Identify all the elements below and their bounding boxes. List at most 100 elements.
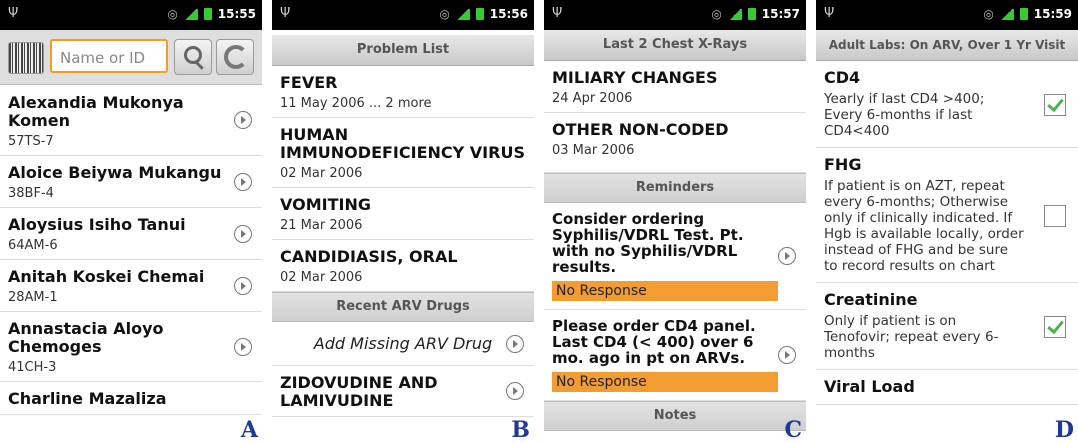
- reminder-text: Please order CD4 panel. Last CD4 (< 400)…: [552, 317, 756, 367]
- patient-row[interactable]: Annastacia Aloyo Chemoges 41CH-3: [0, 312, 262, 382]
- reminder-row[interactable]: Please order CD4 panel. Last CD4 (< 400)…: [544, 310, 806, 401]
- problem-row[interactable]: FEVER 11 May 2006 ... 2 more: [272, 66, 534, 118]
- gps-icon: ◎: [983, 7, 994, 21]
- patient-row[interactable]: Charline Mazaliza: [0, 382, 262, 415]
- xray-date: 24 Apr 2006: [552, 91, 633, 106]
- chevron-right-icon: [234, 224, 252, 243]
- patient-id: 57TS-7: [8, 134, 54, 149]
- patient-id: 41CH-3: [8, 360, 57, 375]
- lab-title: CD4: [824, 68, 861, 87]
- clock: 15:56: [489, 7, 528, 21]
- clock: 15:57: [761, 7, 800, 21]
- lab-row[interactable]: Viral Load: [816, 370, 1078, 405]
- problem-row[interactable]: VOMITING 21 Mar 2006: [272, 188, 534, 240]
- patient-name: Anitah Koskei Chemai: [8, 267, 205, 286]
- lab-row[interactable]: CD4 Yearly if last CD4 >400; Every 6-mon…: [816, 61, 1078, 148]
- chevron-right-icon: [506, 382, 524, 400]
- status-bar: Ψ ◎ 15:59: [816, 0, 1078, 30]
- patient-name: Aloysius Isiho Tanui: [8, 215, 186, 234]
- xray-date: 03 Mar 2006: [552, 143, 635, 158]
- xray-row[interactable]: MILIARY CHANGES 24 Apr 2006: [544, 61, 806, 113]
- chevron-right-icon: [234, 172, 252, 191]
- usb-icon: Ψ: [824, 6, 835, 21]
- status-bar: Ψ ◎ 15:57: [544, 0, 806, 30]
- xray-row[interactable]: OTHER NON-CODED 03 Mar 2006: [544, 113, 806, 173]
- status-bar: Ψ ◎ 15:56: [272, 0, 534, 30]
- lab-checkbox[interactable]: [1044, 205, 1066, 227]
- patient-name: Charline Mazaliza: [8, 389, 167, 408]
- lab-title: Viral Load: [824, 377, 915, 396]
- patient-row[interactable]: Anitah Koskei Chemai 28AM-1: [0, 260, 262, 312]
- problem-title: HUMAN IMMUNODEFICIENCY VIRUS: [280, 125, 525, 162]
- usb-icon: Ψ: [280, 6, 291, 21]
- patient-id: 38BF-4: [8, 186, 54, 201]
- signal-icon: [455, 8, 470, 20]
- gps-icon: ◎: [711, 7, 722, 21]
- add-drug-label: Add Missing ARV Drug: [313, 334, 493, 353]
- lab-description: Only if patient is on Tenofovir; repeat …: [824, 313, 999, 361]
- usb-icon: Ψ: [8, 6, 19, 21]
- patient-row[interactable]: Alexandia Mukonya Komen 57TS-7: [0, 85, 262, 156]
- problem-row[interactable]: HUMAN IMMUNODEFICIENCY VIRUS 02 Mar 2006: [272, 118, 534, 188]
- lab-description: Yearly if last CD4 >400; Every 6-months …: [824, 91, 985, 139]
- lab-row[interactable]: FHG If patient is on AZT, repeat every 6…: [816, 148, 1078, 283]
- reminder-text: Consider ordering Syphilis/VDRL Test. Pt…: [552, 210, 744, 276]
- reminder-row[interactable]: Consider ordering Syphilis/VDRL Test. Pt…: [544, 203, 806, 310]
- panel-c-xrays-reminders: Ψ ◎ 15:57 Last 2 Chest X-Rays MILIARY CHA…: [544, 0, 806, 443]
- section-header: Last 2 Chest X-Rays: [544, 30, 806, 61]
- problem-row[interactable]: CANDIDIASIS, ORAL 02 Mar 2006: [272, 240, 534, 292]
- chevron-right-icon: [234, 111, 252, 129]
- panel-a-patient-search: Ψ ◎ 15:55 Name or ID Alexandia Mukonya Ko…: [0, 0, 262, 443]
- section-header: Adult Labs: On ARV, Over 1 Yr Visit: [816, 30, 1078, 61]
- lab-title: FHG: [824, 155, 862, 174]
- battery-icon: [1019, 8, 1028, 20]
- problem-date: 21 Mar 2006: [280, 218, 363, 233]
- clock: 15:59: [1033, 7, 1072, 21]
- drug-name: ZIDOVUDINE AND LAMIVUDINE: [280, 373, 438, 410]
- reminder-response: No Response: [552, 372, 778, 392]
- chevron-right-icon: [234, 276, 252, 295]
- gps-icon: ◎: [439, 7, 450, 21]
- search-icon: [184, 46, 202, 64]
- add-drug-row[interactable]: Add Missing ARV Drug: [272, 322, 534, 366]
- signal-icon: [183, 8, 198, 20]
- section-header: Notes: [544, 401, 806, 431]
- xray-title: MILIARY CHANGES: [552, 68, 718, 87]
- panel-b-problem-list: Ψ ◎ 15:56 Problem List FEVER 11 May 2006 …: [272, 0, 534, 443]
- chevron-right-icon: [778, 346, 796, 364]
- panel-letter: B: [511, 417, 530, 443]
- battery-icon: [475, 8, 484, 20]
- refresh-icon: [224, 45, 248, 69]
- battery-icon: [747, 8, 756, 20]
- chevron-right-icon: [778, 247, 796, 265]
- xray-title: OTHER NON-CODED: [552, 120, 729, 139]
- lab-title: Creatinine: [824, 290, 918, 309]
- drug-row[interactable]: ZIDOVUDINE AND LAMIVUDINE: [272, 366, 534, 417]
- barcode-icon[interactable]: [8, 42, 44, 74]
- patient-name: Aloice Beiywa Mukangu: [8, 163, 222, 182]
- problem-title: CANDIDIASIS, ORAL: [280, 247, 458, 266]
- refresh-button[interactable]: [216, 39, 254, 75]
- section-header: Problem List: [272, 35, 534, 66]
- lab-checkbox[interactable]: [1044, 94, 1066, 116]
- chevron-right-icon: [506, 334, 524, 353]
- lab-row[interactable]: Creatinine Only if patient is on Tenofov…: [816, 283, 1078, 370]
- usb-icon: Ψ: [552, 6, 563, 21]
- reminder-response: No Response: [552, 281, 778, 301]
- patient-id: 64AM-6: [8, 238, 58, 253]
- panel-letter: D: [1054, 417, 1074, 443]
- lab-checkbox[interactable]: [1044, 316, 1066, 338]
- search-input[interactable]: Name or ID: [50, 39, 168, 73]
- clock: 15:55: [217, 7, 256, 21]
- lab-description: If patient is on AZT, repeat every 6-mon…: [824, 178, 1024, 274]
- patient-id: 28AM-1: [8, 290, 58, 305]
- status-bar: Ψ ◎ 15:55: [0, 0, 262, 30]
- panel-d-adult-labs: Ψ ◎ 15:59 Adult Labs: On ARV, Over 1 Yr V…: [816, 0, 1078, 443]
- search-button[interactable]: [174, 39, 212, 75]
- patient-name: Annastacia Aloyo Chemoges: [8, 319, 164, 356]
- patient-row[interactable]: Aloysius Isiho Tanui 64AM-6: [0, 208, 262, 260]
- battery-icon: [203, 8, 212, 20]
- problem-title: FEVER: [280, 73, 338, 92]
- signal-icon: [999, 8, 1014, 20]
- patient-row[interactable]: Aloice Beiywa Mukangu 38BF-4: [0, 156, 262, 208]
